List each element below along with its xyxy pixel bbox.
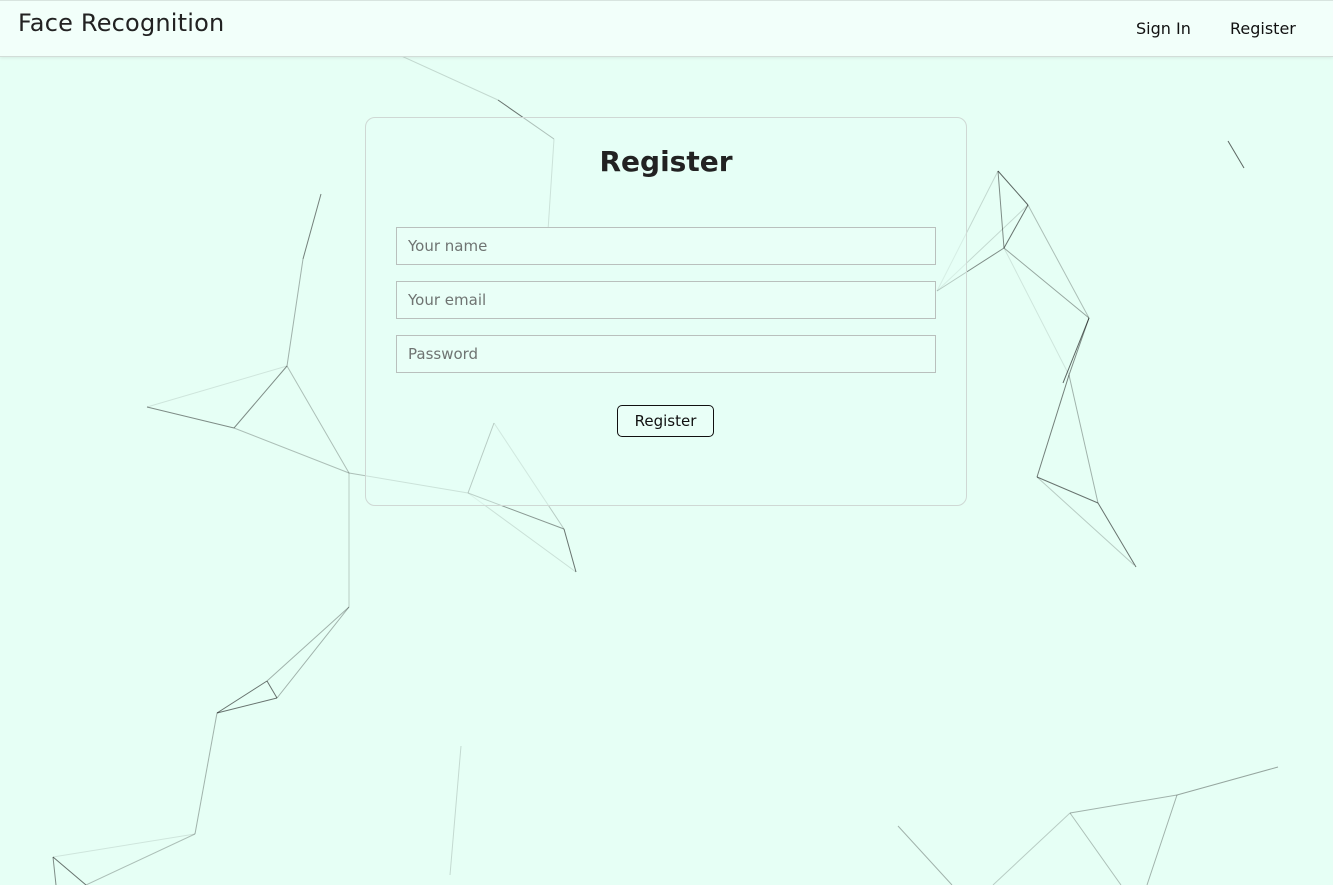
password-input[interactable] [396, 335, 936, 373]
name-input[interactable] [396, 227, 936, 265]
nav-sign-in-link[interactable]: Sign In [1136, 19, 1191, 38]
form-title: Register [599, 145, 733, 178]
brand-title[interactable]: Face Recognition [18, 9, 224, 37]
email-input[interactable] [396, 281, 936, 319]
nav-register-link[interactable]: Register [1230, 19, 1296, 38]
register-form-card: Register Register [365, 117, 967, 506]
top-navbar: Face Recognition Sign In Register [0, 0, 1333, 57]
register-submit-button[interactable]: Register [617, 405, 714, 437]
